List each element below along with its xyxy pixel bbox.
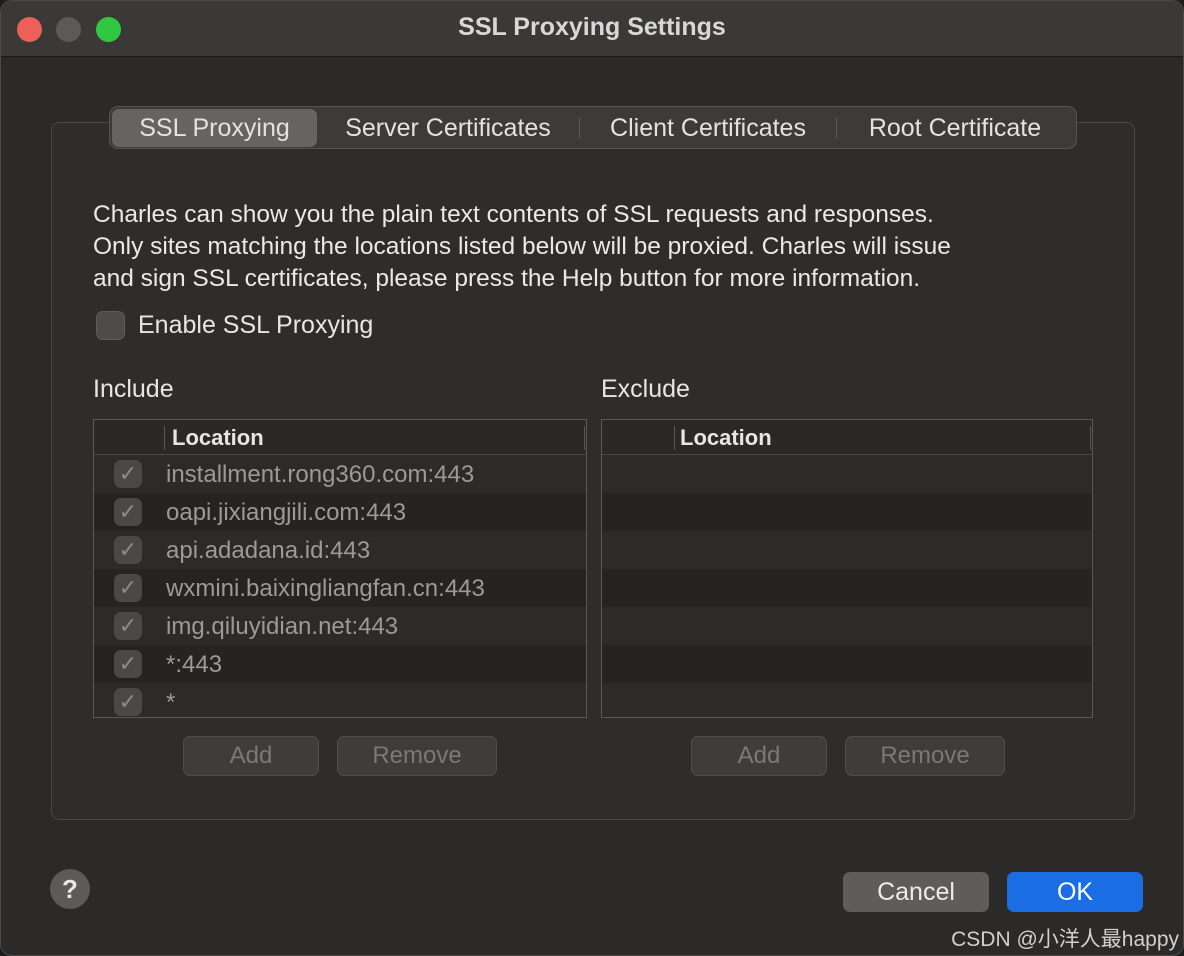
column-separator xyxy=(584,426,585,450)
row-enabled-checkbox[interactable]: ✓ xyxy=(114,574,142,602)
empty-row xyxy=(602,607,1092,645)
row-enabled-checkbox[interactable]: ✓ xyxy=(114,650,142,678)
table-row[interactable]: ✓ api.adadana.id:443 xyxy=(94,531,586,569)
include-table-header: Location xyxy=(94,420,586,455)
enable-ssl-proxying-label: Enable SSL Proxying xyxy=(138,311,374,339)
row-enabled-checkbox[interactable]: ✓ xyxy=(114,498,142,526)
row-location: img.qiluyidian.net:443 xyxy=(166,613,399,640)
empty-row xyxy=(602,493,1092,531)
row-enabled-checkbox[interactable]: ✓ xyxy=(114,612,142,640)
exclude-remove-button[interactable]: Remove xyxy=(845,736,1005,776)
include-location-column-header[interactable]: Location xyxy=(172,425,264,451)
table-row[interactable]: ✓ oapi.jixiangjili.com:443 xyxy=(94,493,586,531)
exclude-table[interactable]: Location xyxy=(601,419,1093,718)
tab-server-certificates[interactable]: Server Certificates xyxy=(317,109,579,147)
tab-ssl-proxying[interactable]: SSL Proxying xyxy=(112,108,317,147)
exclude-table-rows xyxy=(602,455,1092,717)
ok-button[interactable]: OK xyxy=(1007,872,1143,912)
table-row[interactable]: ✓ wxmini.baixingliangfan.cn:443 xyxy=(94,569,586,607)
table-row[interactable]: ✓ installment.rong360.com:443 xyxy=(94,455,586,493)
cancel-button[interactable]: Cancel xyxy=(843,872,989,912)
row-enabled-checkbox[interactable]: ✓ xyxy=(114,688,142,716)
include-label: Include xyxy=(93,375,174,403)
tab-client-certificates[interactable]: Client Certificates xyxy=(580,109,836,147)
empty-row xyxy=(602,455,1092,493)
tab-bar: SSL Proxying Server Certificates Client … xyxy=(109,106,1077,149)
empty-row xyxy=(602,645,1092,683)
row-enabled-checkbox[interactable]: ✓ xyxy=(114,536,142,564)
column-separator xyxy=(1090,426,1091,450)
row-location: wxmini.baixingliangfan.cn:443 xyxy=(166,575,485,602)
help-button[interactable]: ? xyxy=(50,869,90,909)
table-row[interactable]: ✓ * xyxy=(94,683,586,717)
empty-row xyxy=(602,569,1092,607)
title-bar: SSL Proxying Settings xyxy=(1,1,1183,57)
include-table-rows: ✓ installment.rong360.com:443 ✓ oapi.jix… xyxy=(94,455,586,717)
exclude-label: Exclude xyxy=(601,375,690,403)
table-row[interactable]: ✓ img.qiluyidian.net:443 xyxy=(94,607,586,645)
window-title: SSL Proxying Settings xyxy=(458,13,726,41)
row-location: installment.rong360.com:443 xyxy=(166,461,475,488)
row-location: api.adadana.id:443 xyxy=(166,537,371,564)
table-row[interactable]: ✓ *:443 xyxy=(94,645,586,683)
include-add-button[interactable]: Add xyxy=(183,736,319,776)
exclude-add-button[interactable]: Add xyxy=(691,736,827,776)
tab-root-certificate[interactable]: Root Certificate xyxy=(837,109,1073,147)
include-remove-button[interactable]: Remove xyxy=(337,736,497,776)
exclude-table-header: Location xyxy=(602,420,1092,455)
column-separator xyxy=(164,426,165,450)
description-line: and sign SSL certificates, please press … xyxy=(93,265,921,292)
description-line: Only sites matching the locations listed… xyxy=(93,233,951,260)
row-location: oapi.jixiangjili.com:443 xyxy=(166,499,407,526)
include-table[interactable]: Location ✓ installment.rong360.com:443 ✓… xyxy=(93,419,587,718)
row-location: *:443 xyxy=(166,651,223,678)
enable-ssl-proxying-checkbox[interactable] xyxy=(96,311,125,340)
exclude-location-column-header[interactable]: Location xyxy=(680,425,772,451)
row-enabled-checkbox[interactable]: ✓ xyxy=(114,460,142,488)
ssl-proxying-settings-window: SSL Proxying Settings SSL Proxying Serve… xyxy=(0,0,1184,956)
column-separator xyxy=(674,426,675,450)
enable-ssl-proxying-row[interactable]: Enable SSL Proxying xyxy=(96,311,373,340)
empty-row xyxy=(602,683,1092,717)
description-text: Charles can show you the plain text cont… xyxy=(93,199,1103,295)
watermark-text: CSDN @小洋人最happy xyxy=(951,928,1179,951)
row-location: * xyxy=(166,689,176,716)
description-line: Charles can show you the plain text cont… xyxy=(93,201,934,228)
empty-row xyxy=(602,531,1092,569)
